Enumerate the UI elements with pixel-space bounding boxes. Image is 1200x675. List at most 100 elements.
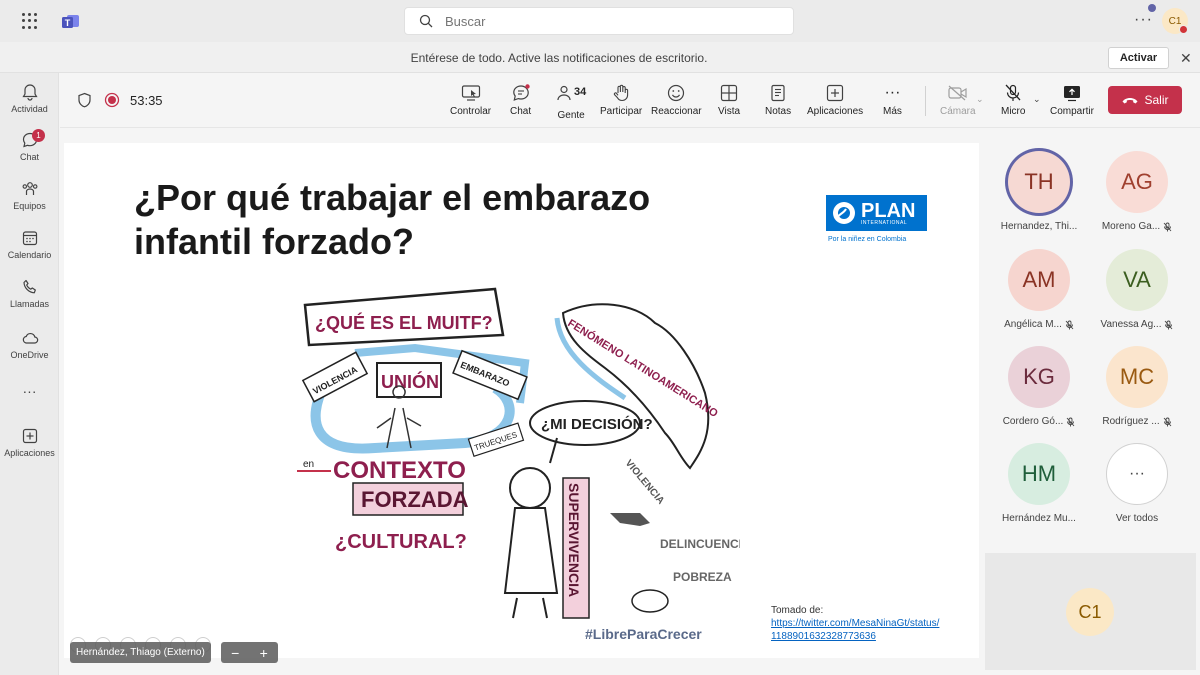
more-options-icon[interactable]: ···: [1134, 11, 1153, 29]
compartir-button[interactable]: Compartir: [1050, 84, 1094, 117]
see-all-button[interactable]: ··· Ver todos: [1088, 443, 1186, 524]
emoji-icon: [668, 84, 685, 102]
camera-off-icon: [948, 85, 967, 101]
tool-label: Compartir: [1050, 106, 1094, 117]
chat-icon: [512, 84, 530, 101]
sketch-text-pobreza: POBREZA: [673, 570, 732, 584]
zoom-controls: − +: [221, 642, 278, 663]
mic-off-icon: [1065, 320, 1074, 329]
search-input[interactable]: [445, 13, 765, 29]
participant-tile[interactable]: TH Hernandez, Thi...: [990, 151, 1088, 232]
rail-item-aplicaciones[interactable]: Aplicaciones: [0, 427, 59, 458]
search-box[interactable]: [404, 7, 794, 35]
cloud-icon: [22, 332, 38, 344]
participant-name: Angélica M...: [1004, 319, 1062, 330]
see-all-label: Ver todos: [1115, 513, 1159, 524]
recording-icon: [104, 92, 120, 108]
chevron-down-icon[interactable]: ⌄: [1033, 94, 1041, 105]
participant-avatar: KG: [1008, 346, 1070, 408]
search-icon: [419, 14, 433, 28]
plan-tagline: Por la niñez en Colombia: [828, 236, 907, 243]
micro-button[interactable]: Micro: [1001, 84, 1025, 117]
chevron-down-icon[interactable]: ⌄: [976, 94, 984, 105]
rail-item-equipos[interactable]: Equipos: [0, 180, 59, 211]
camara-button[interactable]: Cámara: [940, 84, 976, 117]
controlar-button[interactable]: Controlar: [450, 84, 491, 117]
share-screen-icon: [1063, 86, 1080, 102]
participant-avatar: TH: [1008, 151, 1070, 213]
leave-label: Salir: [1144, 93, 1169, 107]
rail-item-chat[interactable]: Chat 1: [0, 129, 59, 162]
participant-tile[interactable]: AG Moreno Ga...: [1088, 151, 1186, 232]
credit-link[interactable]: https://twitter.com/MesaNinaGt/status/: [771, 618, 939, 629]
mas-button[interactable]: ··· Más: [883, 84, 902, 117]
participant-tile[interactable]: MC Rodríguez ...: [1088, 346, 1186, 427]
slide-title-line: ¿Por qué trabajar el embarazo: [134, 177, 651, 218]
plus-square-icon: [22, 428, 37, 444]
vista-button[interactable]: Vista: [718, 84, 740, 117]
chat-button[interactable]: Chat: [510, 84, 531, 117]
participant-avatar: AM: [1008, 249, 1070, 311]
rail-item-label: Actividad: [11, 104, 48, 114]
tool-label: Notas: [765, 106, 792, 117]
participant-tile[interactable]: VA Vanessa Ag...: [1088, 249, 1186, 330]
zoom-out-icon[interactable]: −: [231, 645, 239, 661]
more-icon: ···: [1106, 443, 1168, 505]
credit-link[interactable]: 1188901632328773636: [771, 631, 876, 642]
sketch-text-cultural: ¿CULTURAL?: [335, 531, 467, 553]
tool-label: Reaccionar: [651, 106, 702, 117]
title-bar: T ··· C1: [0, 0, 1200, 42]
teams-icon: [22, 182, 37, 195]
tool-label: Más: [883, 106, 902, 117]
plus-square-icon: [826, 84, 844, 102]
notas-button[interactable]: Notas: [765, 84, 791, 117]
aplicaciones-button[interactable]: Aplicaciones: [807, 84, 863, 117]
tool-label: Cámara: [940, 106, 976, 117]
sketch-text-forzada: FORZADA: [361, 487, 469, 512]
plan-international-logo: PLAN INTERNATIONAL: [826, 195, 927, 231]
self-avatar: C1: [1066, 588, 1114, 636]
mic-off-icon: [1005, 84, 1021, 101]
participant-tile[interactable]: KG Cordero Gó...: [990, 346, 1088, 427]
rail-item-llamadas[interactable]: Llamadas: [0, 278, 59, 309]
zoom-in-icon[interactable]: +: [260, 645, 268, 661]
plan-logo-text: PLAN: [861, 199, 916, 222]
sketch-text-contexto: CONTEXTO: [333, 457, 466, 484]
rail-item-onedrive[interactable]: OneDrive: [0, 329, 59, 360]
gente-button[interactable]: 34 Gente: [556, 84, 586, 121]
rail-item-label: Calendario: [7, 250, 52, 260]
sketch-text-violencia2: VIOLENCIA: [623, 458, 666, 507]
notes-icon: [771, 84, 785, 102]
people-count: 34: [574, 86, 587, 98]
shield-icon[interactable]: [77, 92, 92, 108]
presenter-name-tag: Hernández, Thiago (Externo): [70, 642, 211, 663]
participant-tile[interactable]: HM Hernández Mu...: [990, 443, 1088, 524]
participant-name: Rodríguez ...: [1102, 416, 1160, 427]
rail-item-label: Llamadas: [9, 299, 50, 309]
participant-name: Hernández Mu...: [1002, 513, 1076, 524]
rail-item-label: Chat: [19, 152, 39, 162]
reaccionar-button[interactable]: Reaccionar: [651, 84, 702, 117]
mic-off-icon: [1163, 222, 1172, 231]
rail-item-label: Equipos: [13, 201, 46, 211]
tool-label: Chat: [510, 106, 532, 117]
participant-name: Cordero Gó...: [1002, 416, 1064, 427]
teams-logo-icon[interactable]: T: [61, 11, 81, 31]
participant-avatar: MC: [1106, 346, 1168, 408]
slide-title-line: infantil forzado?: [134, 221, 414, 262]
sketch-text-en: en: [303, 459, 314, 470]
participar-button[interactable]: Participar: [600, 84, 642, 117]
plan-globe-icon: [833, 202, 855, 224]
presence-status-icon: [1179, 25, 1188, 34]
app-launcher-icon[interactable]: [22, 13, 38, 29]
rail-item-actividad[interactable]: Actividad: [0, 83, 59, 114]
participant-tile[interactable]: AM Angélica M...: [990, 249, 1088, 330]
enable-notifications-button[interactable]: Activar: [1108, 47, 1169, 69]
leave-button[interactable]: Salir: [1108, 86, 1182, 114]
unread-badge: 1: [32, 129, 45, 142]
rail-item-calendario[interactable]: Calendario: [0, 229, 59, 260]
mic-off-icon: [1066, 417, 1075, 426]
close-icon[interactable]: ✕: [1180, 50, 1192, 67]
more-apps-icon[interactable]: ···: [0, 383, 59, 399]
view-grid-icon: [720, 84, 738, 102]
